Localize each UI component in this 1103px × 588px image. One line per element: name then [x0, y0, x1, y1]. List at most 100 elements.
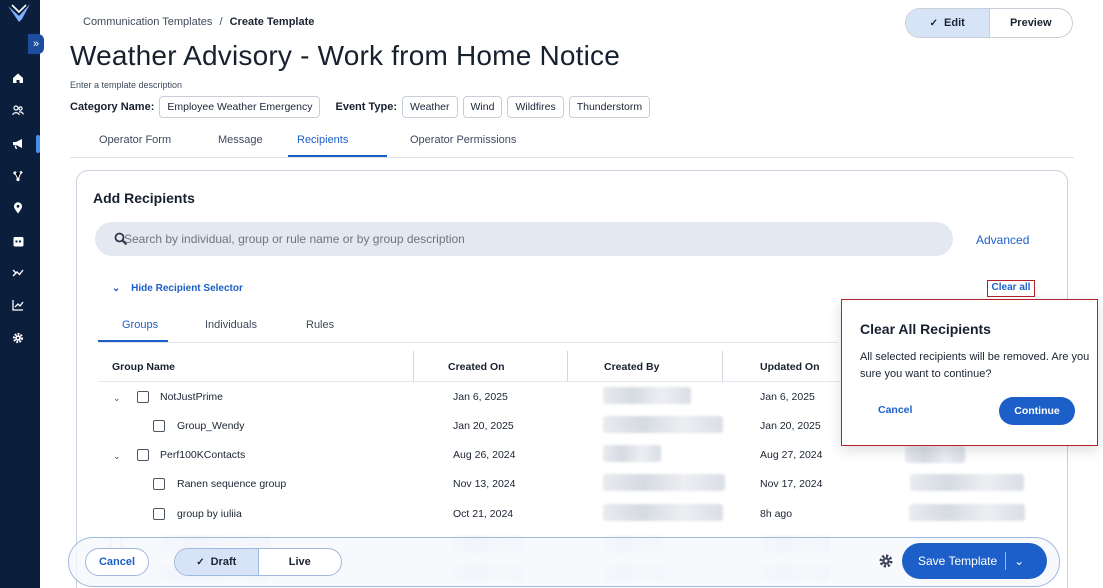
- event-type-chip[interactable]: Thunderstorm: [568, 96, 651, 118]
- draft-option[interactable]: ✓ Draft: [175, 549, 259, 575]
- row-checkbox[interactable]: [153, 508, 165, 520]
- breadcrumb-current: Create Template: [229, 16, 315, 28]
- redacted-created-by: [603, 387, 691, 404]
- nav-rail: »: [0, 0, 44, 588]
- cancel-button[interactable]: Cancel: [85, 548, 149, 576]
- column-divider[interactable]: [567, 351, 568, 381]
- draft-label: Draft: [210, 556, 237, 568]
- live-option[interactable]: Live: [259, 549, 342, 575]
- created-on: Aug 26, 2024: [453, 449, 516, 461]
- template-meta-row: Category Name: Employee Weather Emergenc…: [70, 96, 655, 118]
- search-input[interactable]: [124, 224, 944, 254]
- column-header-updated-on[interactable]: Updated On: [760, 361, 820, 373]
- group-name: Group_Wendy: [177, 420, 245, 432]
- updated-on: Nov 17, 2024: [760, 478, 823, 490]
- redacted-created-by: [603, 445, 661, 462]
- chevron-down-icon[interactable]: ⌄: [1014, 554, 1024, 568]
- network-icon[interactable]: [9, 167, 27, 185]
- popover-continue-button[interactable]: Continue: [999, 397, 1075, 425]
- active-tab-indicator: [288, 155, 387, 157]
- people-icon[interactable]: [9, 101, 27, 119]
- clear-all-button[interactable]: Clear all: [987, 280, 1035, 297]
- hide-selector-label: Hide Recipient Selector: [131, 283, 243, 294]
- hide-recipient-selector[interactable]: ⌄ Hide Recipient Selector: [112, 283, 243, 294]
- home-icon[interactable]: [9, 69, 27, 87]
- clear-all-confirm-popover: Clear All Recipients All selected recipi…: [841, 299, 1098, 446]
- popover-message: All selected recipients will be removed.…: [860, 351, 1090, 380]
- subtab-groups[interactable]: Groups: [122, 319, 158, 331]
- tab-operator-permissions[interactable]: Operator Permissions: [410, 134, 516, 146]
- divider: [1005, 552, 1007, 570]
- subtab-individuals[interactable]: Individuals: [205, 319, 257, 331]
- calendar-icon[interactable]: [9, 232, 27, 250]
- breadcrumb: Communication Templates / Create Templat…: [83, 16, 314, 28]
- active-subtab-indicator: [98, 340, 168, 342]
- redacted-updated-by: [905, 446, 965, 463]
- updated-on: Jan 20, 2025: [760, 420, 821, 432]
- redacted-created-by: [603, 474, 725, 491]
- popover-title: Clear All Recipients: [860, 321, 991, 337]
- column-header-created-by[interactable]: Created By: [604, 361, 659, 373]
- location-icon[interactable]: [9, 199, 27, 217]
- megaphone-icon[interactable]: [9, 135, 40, 153]
- settings-gear-icon[interactable]: [9, 329, 27, 347]
- subtab-rules[interactable]: Rules: [306, 319, 334, 331]
- column-header-group-name[interactable]: Group Name: [112, 361, 175, 373]
- chart-icon[interactable]: [9, 296, 27, 314]
- template-tabs: Operator Form Message Recipients Operato…: [70, 128, 1074, 158]
- check-icon: ✓: [929, 17, 939, 29]
- updated-on: 8h ago: [760, 508, 793, 520]
- row-checkbox[interactable]: [153, 420, 165, 432]
- draft-live-toggle: ✓ Draft Live: [174, 548, 342, 576]
- advanced-search-link[interactable]: Advanced: [976, 233, 1029, 247]
- breadcrumb-parent[interactable]: Communication Templates: [83, 16, 212, 28]
- preview-option[interactable]: Preview: [990, 9, 1073, 37]
- tab-message[interactable]: Message: [218, 134, 263, 146]
- updated-on: Aug 27, 2024: [760, 449, 823, 461]
- popover-cancel-button[interactable]: Cancel: [878, 404, 912, 416]
- row-checkbox[interactable]: [153, 478, 165, 490]
- created-on: Oct 21, 2024: [453, 508, 514, 520]
- redacted-created-by: [603, 416, 723, 433]
- template-description-field[interactable]: Enter a template description: [70, 80, 182, 90]
- recipients-title: Add Recipients: [93, 190, 195, 206]
- category-chip[interactable]: Employee Weather Emergency: [159, 96, 321, 118]
- logo-icon: [8, 4, 30, 22]
- save-template-button[interactable]: Save Template ⌄: [902, 543, 1047, 579]
- group-name: Ranen sequence group: [177, 478, 287, 490]
- row-checkbox[interactable]: [137, 449, 149, 461]
- event-type-chip[interactable]: Wind: [462, 96, 503, 118]
- column-header-created-on[interactable]: Created On: [448, 361, 505, 373]
- redacted-created-by: [603, 504, 723, 521]
- event-type-chip[interactable]: Weather: [402, 96, 458, 118]
- group-name: group by iuliia: [177, 508, 242, 520]
- event-type-chip[interactable]: Wildfires: [507, 96, 564, 118]
- page-title[interactable]: Weather Advisory - Work from Home Notice: [70, 40, 620, 72]
- breadcrumb-separator: /: [219, 16, 223, 28]
- column-divider[interactable]: [413, 351, 414, 381]
- column-divider[interactable]: [722, 351, 723, 381]
- gear-icon[interactable]: [878, 553, 894, 569]
- row-checkbox[interactable]: [137, 391, 149, 403]
- recipient-subtabs: Groups Individuals Rules: [98, 311, 838, 343]
- chevron-down-icon[interactable]: ⌄: [113, 393, 121, 404]
- check-icon: ✓: [196, 556, 205, 568]
- created-on: Nov 13, 2024: [453, 478, 516, 490]
- event-type-label: Event Type:: [335, 101, 398, 113]
- group-name: NotJustPrime: [160, 391, 224, 403]
- flow-icon[interactable]: [9, 264, 27, 282]
- chevron-down-icon: ⌄: [112, 283, 121, 294]
- expand-icon[interactable]: »: [28, 34, 44, 54]
- updated-on: Jan 6, 2025: [760, 391, 815, 403]
- redacted-updated-by: [909, 504, 1025, 521]
- edit-option[interactable]: ✓ Edit: [906, 9, 990, 37]
- redacted-updated-by: [910, 474, 1024, 491]
- tab-operator-form[interactable]: Operator Form: [99, 134, 171, 146]
- group-name: Perf100KContacts: [160, 449, 246, 461]
- save-template-label: Save Template: [918, 554, 998, 568]
- tab-recipients[interactable]: Recipients: [297, 134, 348, 146]
- edit-label: Edit: [944, 17, 965, 29]
- created-on: Jan 6, 2025: [453, 391, 508, 403]
- chevron-down-icon[interactable]: ⌄: [113, 451, 121, 462]
- edit-preview-toggle: ✓ Edit Preview: [905, 8, 1073, 38]
